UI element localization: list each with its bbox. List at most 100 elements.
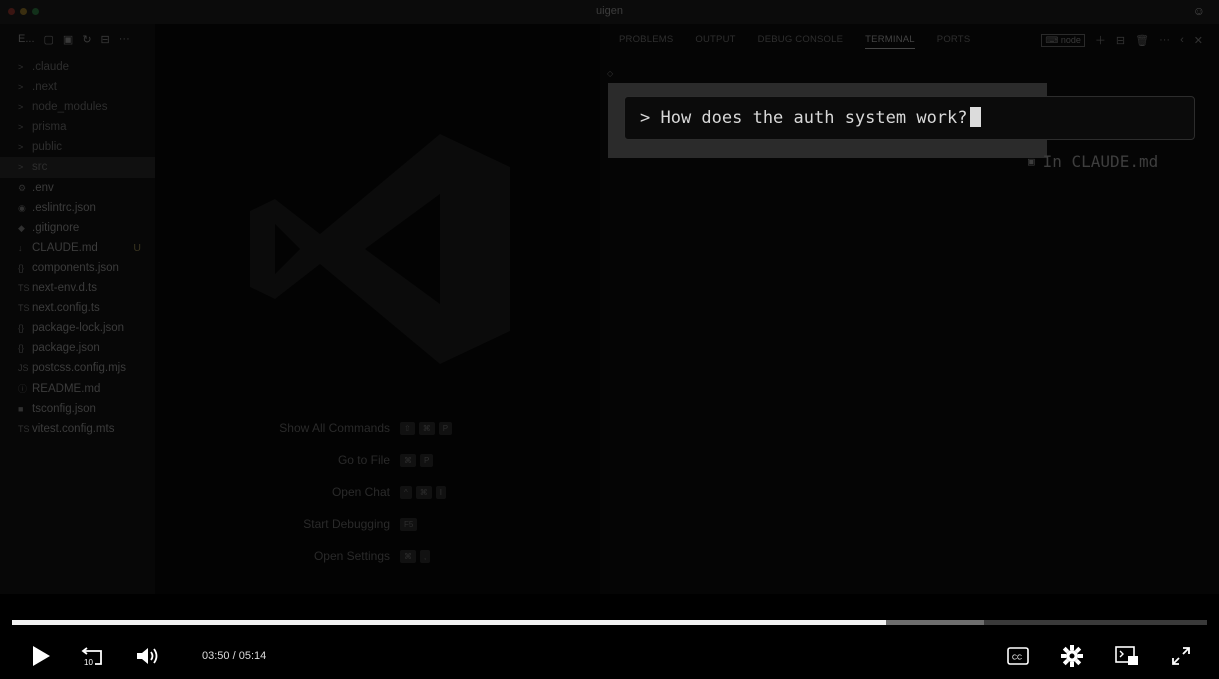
chevron-left-icon[interactable]: ‹ (1180, 34, 1184, 46)
key-cap: P (438, 421, 453, 435)
play-icon (33, 646, 50, 666)
terminal-icon: ⌨ (1045, 34, 1059, 45)
tree-item-label: .gitignore (32, 221, 80, 234)
tree-file[interactable]: TS next-env.d.ts (0, 278, 155, 298)
diamond-icon: ◇ (607, 69, 614, 78)
tab-ports[interactable]: PORTS (937, 34, 971, 49)
captions-icon: CC (1007, 647, 1029, 665)
key-cap: ⌘ (415, 485, 432, 499)
svg-text:CC: CC (1012, 655, 1022, 662)
rewind-10-icon: 10 (81, 647, 102, 667)
refresh-icon[interactable]: ↻ (82, 33, 91, 46)
key-cap: ⇧ (400, 421, 415, 435)
hint-text: In CLAUDE.md (1042, 152, 1159, 171)
new-file-icon[interactable]: ▢ (44, 33, 54, 46)
tree-file[interactable]: ↓ CLAUDE.md U (0, 238, 155, 258)
tree-folder[interactable]: > public (0, 137, 155, 157)
tree-item-label: .claude (32, 61, 70, 73)
file-type-icon: TS (18, 423, 30, 434)
tree-file[interactable]: TS vitest.config.mts (0, 419, 155, 439)
shortcut-label: Open Chat (331, 485, 390, 499)
tree-folder[interactable]: > node_modules (0, 97, 155, 117)
key-cap: F5 (400, 517, 418, 531)
shortcut-label: Go to File (337, 453, 390, 467)
more-actions-icon[interactable]: ··· (119, 33, 130, 46)
tree-folder[interactable]: > src (0, 157, 155, 178)
fullscreen-button[interactable] (1168, 640, 1194, 672)
captions-button[interactable]: CC (1005, 640, 1031, 672)
tree-file[interactable]: ⓘ README.md (0, 379, 155, 399)
shortcut-label: Open Settings (313, 549, 390, 563)
shortcut-row: Start Debugging F5 (155, 508, 600, 540)
tree-item-label: tsconfig.json (32, 402, 96, 415)
tree-file[interactable]: ⚙ .env (0, 178, 155, 198)
tab-output[interactable]: OUTPUT (695, 34, 735, 49)
tree-item-label: vitest.config.mts (32, 422, 115, 435)
volume-icon (137, 648, 158, 664)
tree-file[interactable]: ◉ .eslintrc.json (0, 198, 155, 218)
svg-text:10: 10 (84, 658, 93, 667)
shortcut-label: Show All Commands (279, 421, 390, 435)
new-terminal-icon[interactable]: ＋ (1095, 32, 1106, 48)
current-time: 03:50 (202, 650, 230, 662)
tree-folder[interactable]: > prisma (0, 117, 155, 137)
git-status-badge: U (133, 241, 141, 254)
file-type-icon: {} (18, 262, 25, 273)
shortcut-row: Show All Commands ⇧ ⌘ P (155, 412, 600, 444)
settings-button[interactable] (1059, 640, 1085, 672)
shortcut-keys: ⌘ P (400, 453, 434, 467)
terminal-name: node (1060, 34, 1081, 45)
copilot-icon[interactable]: ☺ (1193, 4, 1205, 18)
shortcut-keys: ⌘, (400, 549, 431, 563)
vscode-logo-watermark (250, 134, 510, 364)
tree-file[interactable]: ◆ .gitignore (0, 218, 155, 238)
tree-item-label: package-lock.json (32, 322, 125, 335)
tab-debug-console[interactable]: DEBUG CONSOLE (758, 34, 843, 49)
shortcut-row: Open Chat ^ ⌘ I (155, 476, 600, 508)
collapse-all-icon[interactable]: ⊟ (101, 33, 110, 46)
tree-file[interactable]: JS postcss.config.mjs (0, 358, 155, 378)
tree-file[interactable]: {} package.json (0, 338, 155, 358)
tree-file[interactable]: ■ tsconfig.json (0, 399, 155, 419)
tree-file[interactable]: {} components.json (0, 258, 155, 278)
shortcut-keys: F5 (400, 517, 418, 531)
tree-file[interactable]: {} package-lock.json (0, 318, 155, 338)
volume-button[interactable] (134, 640, 160, 672)
key-cap: ⌘ (418, 421, 435, 435)
new-folder-icon[interactable]: ▣ (63, 33, 73, 46)
shortcut-list: Show All Commands ⇧ ⌘ P Go to File ⌘ P Open Cha… (155, 412, 600, 572)
tree-item-label: package.json (32, 342, 100, 355)
explorer-header: E... (18, 33, 35, 45)
shortcut-keys: ^ ⌘ I (400, 485, 446, 499)
key-cap: I (435, 485, 446, 499)
rewind-10-button[interactable]: 10 (80, 640, 106, 672)
prompt-input[interactable]: > How does the auth system work? (640, 107, 981, 128)
more-actions-icon[interactable]: ··· (1159, 34, 1170, 46)
prompt-text: > How does the auth system work? (640, 108, 968, 128)
file-type-icon: ◆ (18, 222, 25, 233)
tree-folder[interactable]: > .claude (0, 57, 155, 77)
terminal-selector[interactable]: ⌨ node (1041, 33, 1085, 47)
trash-icon[interactable]: 🗑 (1135, 34, 1149, 47)
play-button[interactable] (28, 640, 54, 672)
key-cap: ⌘ (400, 549, 416, 563)
picture-in-picture-button[interactable] (1114, 640, 1140, 672)
close-icon[interactable]: ✕ (1194, 34, 1203, 47)
tab-problems[interactable]: PROBLEMS (619, 34, 673, 49)
file-type-icon: {} (18, 343, 25, 354)
player-controls: 10 CC (0, 640, 1219, 672)
file-type-icon: TS (18, 283, 30, 294)
key-cap: P (420, 453, 434, 467)
progress-played (12, 620, 886, 625)
tree-file[interactable]: TS next.config.ts (0, 298, 155, 318)
tree-item-label: .next (32, 81, 57, 94)
file-type-icon: ⓘ (18, 383, 28, 394)
tree-item-label: next.config.ts (32, 302, 100, 315)
tree-item-label: CLAUDE.md (32, 241, 98, 254)
key-cap: ⌘ (400, 453, 416, 467)
split-terminal-icon[interactable]: ⊟ (1116, 34, 1125, 47)
chevron-right-icon: > (18, 82, 24, 93)
tree-folder[interactable]: > .next (0, 77, 155, 97)
tab-terminal[interactable]: TERMINAL (865, 34, 915, 49)
shortcut-keys: ⇧ ⌘ P (400, 421, 453, 435)
